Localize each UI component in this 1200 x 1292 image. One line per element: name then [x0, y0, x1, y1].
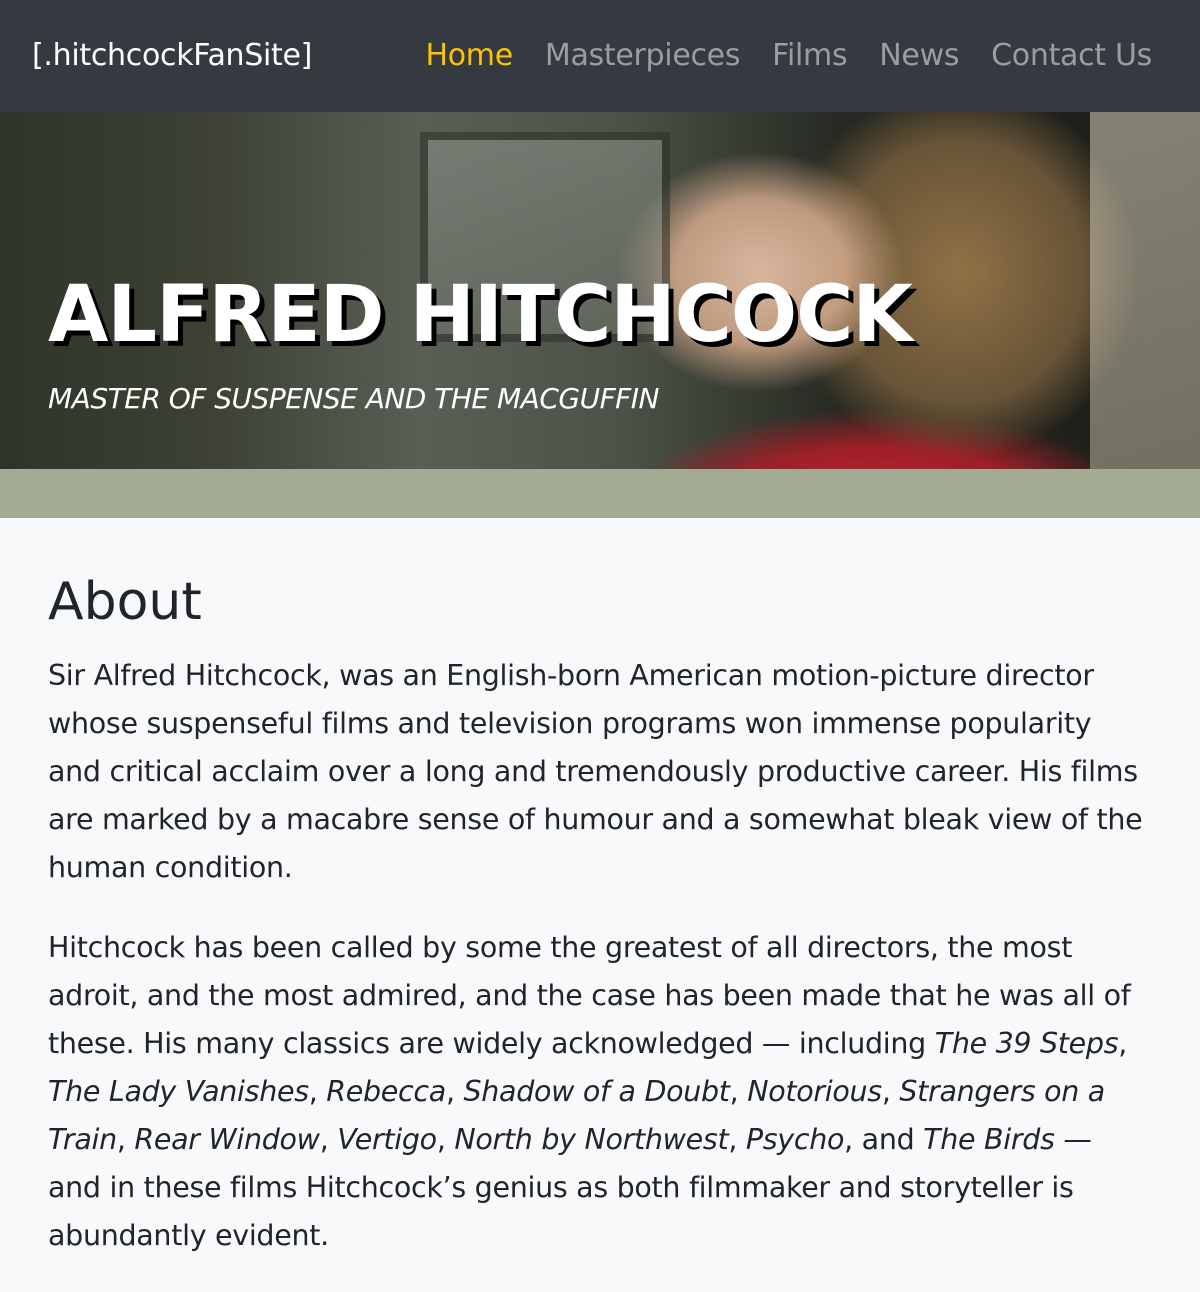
film-title: Rebecca — [326, 1075, 446, 1108]
separator: , — [844, 1123, 862, 1156]
site-brand-link[interactable]: [.hitchcockFanSite] — [32, 38, 312, 73]
separator: , — [881, 1075, 900, 1108]
separator: , — [319, 1123, 338, 1156]
film-title: North by Northwest — [454, 1123, 729, 1156]
about-paragraph-2: Hitchcock has been called by some the gr… — [48, 924, 1152, 1260]
nav-link-news[interactable]: News — [879, 38, 959, 73]
film-title: The Birds — [923, 1123, 1055, 1156]
hero-background-wall — [1090, 112, 1200, 469]
film-title: The Lady Vanishes — [48, 1075, 309, 1108]
main-content: About Sir Alfred Hitchcock, was an Engli… — [48, 570, 1152, 1292]
film-title: Rear Window — [134, 1123, 320, 1156]
about-heading: About — [48, 572, 202, 632]
hero-subtitle: MASTER OF SUSPENSE AND THE MACGUFFIN — [48, 382, 660, 415]
nav-link-contact-us[interactable]: Contact Us — [991, 38, 1152, 73]
nav-link-masterpieces[interactable]: Masterpieces — [545, 38, 741, 73]
film-title: Notorious — [747, 1075, 882, 1108]
separator: , — [308, 1075, 327, 1108]
separator: , — [1118, 1027, 1128, 1060]
hero-bottom-strip — [0, 469, 1200, 518]
separator: , — [445, 1075, 464, 1108]
about-paragraph-1: Sir Alfred Hitchcock, was an English-bor… — [48, 659, 1143, 884]
nav-links: Home Masterpieces Films News Contact Us — [425, 38, 1152, 73]
separator: , — [728, 1123, 746, 1156]
nav-link-films[interactable]: Films — [772, 38, 847, 73]
hero-banner: ALFRED HITCHCOCK MASTER OF SUSPENSE AND … — [0, 112, 1200, 518]
conjunction: and — [861, 1123, 924, 1156]
separator: , — [729, 1075, 748, 1108]
film-title: Psycho — [745, 1123, 845, 1156]
film-title: Shadow of a Doubt — [463, 1075, 730, 1108]
film-title: The 39 Steps — [934, 1027, 1119, 1060]
film-title: Vertigo — [337, 1123, 437, 1156]
separator: , — [436, 1123, 455, 1156]
separator: , — [116, 1123, 135, 1156]
top-navbar: [.hitchcockFanSite] Home Masterpieces Fi… — [0, 0, 1200, 112]
hero-title: ALFRED HITCHCOCK — [48, 270, 913, 360]
nav-link-home[interactable]: Home — [425, 38, 513, 73]
